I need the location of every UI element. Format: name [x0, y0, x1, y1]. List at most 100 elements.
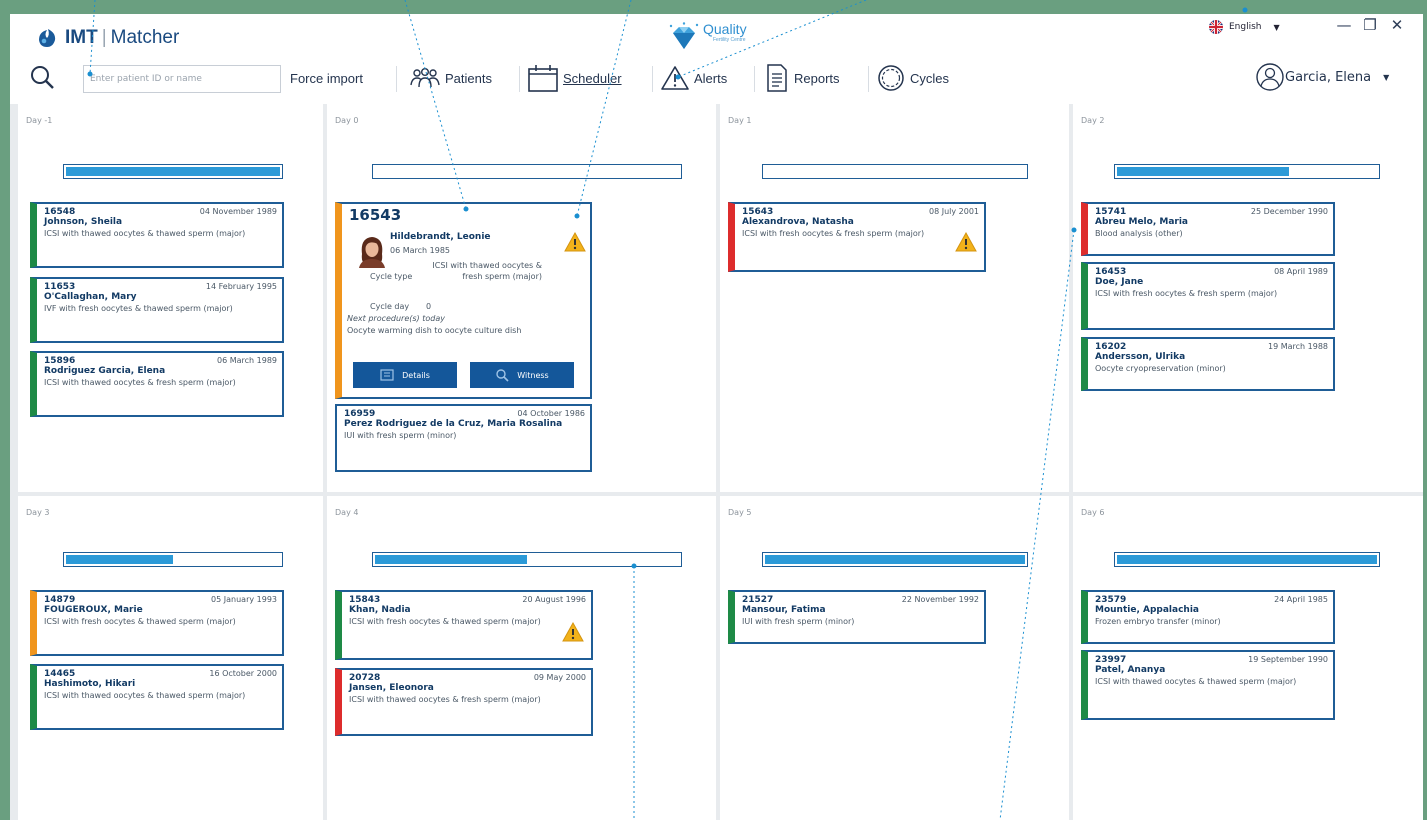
patient-dob: 19 March 1988 [1267, 342, 1328, 351]
uk-flag-icon [1209, 20, 1223, 34]
search-input[interactable] [83, 65, 281, 93]
progress-bar [63, 552, 283, 567]
procedure: Blood analysis (other) [1095, 229, 1183, 238]
expanded-patient-card[interactable]: 16543 Hildebrandt, Leonie 06 March 1985 … [335, 202, 592, 399]
patient-dob: 19 September 1990 [1248, 655, 1328, 664]
alerts-button[interactable]: Alerts [660, 62, 727, 94]
procedure: IUI with fresh sperm (minor) [344, 431, 457, 440]
procedure: IVF with fresh oocytes & thawed sperm (m… [44, 304, 233, 313]
patient-name: Perez Rodriguez de la Cruz, Maria Rosali… [344, 419, 563, 429]
next-procedure-label: Next procedure(s) today [347, 314, 445, 323]
patient-id: 21527 [742, 595, 774, 605]
close-button[interactable]: ✕ [1387, 16, 1407, 34]
details-button[interactable]: Details [353, 362, 457, 388]
title-bar: IMT | Matcher Quality Fertility Centre E… [10, 14, 1423, 58]
patient-name: Hashimoto, Hikari [44, 679, 136, 689]
progress-bar [372, 164, 682, 179]
day-label: Day 6 [1081, 508, 1105, 517]
brand-bold: IMT [65, 27, 98, 48]
patient-name: Alexandrova, Natasha [742, 217, 854, 227]
patient-card[interactable]: 23997 19 September 1990 Patel, Ananya ICS… [1081, 650, 1335, 720]
calendar-icon [528, 65, 558, 92]
day-label: Day 0 [335, 116, 359, 125]
patient-card[interactable]: 15843 20 August 1996 Khan, Nadia ICSI wit… [335, 590, 593, 660]
cycles-label: Cycles [910, 70, 950, 86]
partner-logo: Quality Fertility Centre [667, 22, 747, 52]
patient-id: 11653 [44, 282, 76, 292]
patient-card[interactable]: 15643 08 July 2001 Alexandrova, Natasha I… [728, 202, 986, 272]
cycle-day-label: Cycle day [370, 302, 410, 311]
cycle-icon [878, 65, 904, 91]
patient-card[interactable]: 16548 04 November 1989 Johnson, Sheila IC… [30, 202, 284, 268]
patient-card[interactable]: 16959 04 October 1986 Perez Rodriguez de … [335, 404, 592, 472]
patient-card[interactable]: 14879 05 January 1993 FOUGEROUX, Marie IC… [30, 590, 284, 656]
cycles-button[interactable]: Cycles [876, 62, 949, 94]
patient-id: 15843 [349, 595, 381, 605]
scheduler-label: Scheduler [563, 70, 622, 86]
witness-button[interactable]: Witness [470, 362, 574, 388]
procedure: Frozen embryo transfer (minor) [1095, 617, 1221, 626]
day-column: Day 0 16543 Hildebrandt, Leonie 06 March… [327, 104, 716, 492]
procedure: ICSI with thawed oocytes & thawed sperm … [44, 229, 246, 238]
progress-bar [1114, 164, 1380, 179]
cycle-type-value: ICSI with thawed oocytes & fresh sperm (… [432, 261, 542, 281]
day-column: Day 2 15741 25 December 1990 Abreu Melo, … [1073, 104, 1423, 492]
patient-name: Mountie, Appalachia [1095, 605, 1199, 615]
patient-card[interactable]: 16453 08 April 1989 Doe, Jane ICSI with f… [1081, 262, 1335, 330]
force-import-button[interactable]: Force import [290, 62, 363, 94]
patient-id: 15896 [44, 356, 76, 366]
app-window: IMT | Matcher Quality Fertility Centre E… [10, 14, 1423, 820]
patient-name: Khan, Nadia [349, 605, 411, 615]
patients-button[interactable]: Patients [409, 62, 492, 94]
patient-card[interactable]: 20728 09 May 2000 Jansen, Eleonora ICSI w… [335, 668, 593, 736]
alert-triangle-icon [661, 66, 689, 90]
patient-id: 16543 [349, 206, 402, 224]
patient-card[interactable]: 15896 06 March 1989 Rodriguez Garcia, Ele… [30, 351, 284, 417]
patient-card[interactable]: 11653 14 February 1995 O'Callaghan, Mary … [30, 277, 284, 343]
witness-label: Witness [517, 370, 549, 380]
day-label: Day 2 [1081, 116, 1105, 125]
progress-fill [1117, 167, 1289, 176]
progress-bar [762, 552, 1028, 567]
search-icon[interactable] [29, 64, 55, 90]
scheduler-tab[interactable]: Scheduler [527, 62, 622, 94]
minimize-button[interactable]: — [1334, 16, 1354, 34]
patient-dob: 05 January 1993 [211, 595, 277, 604]
progress-bar [372, 552, 682, 567]
patient-name: Abreu Melo, Maria [1095, 217, 1188, 227]
patient-card[interactable]: 16202 19 March 1988 Andersson, Ulrika Ooc… [1081, 337, 1335, 391]
day-column: Day -1 16548 04 November 1989 Johnson, Sh… [18, 104, 323, 492]
day-label: Day 1 [728, 116, 752, 125]
procedure: ICSI with fresh oocytes & thawed sperm (… [44, 617, 236, 626]
details-icon [380, 369, 394, 381]
next-procedure-value: Oocyte warming dish to oocyte culture di… [347, 326, 522, 335]
day-label: Day 3 [26, 508, 50, 517]
patient-photo [359, 237, 385, 268]
patient-id: 23579 [1095, 595, 1127, 605]
app-logo: IMT | Matcher [35, 26, 179, 50]
brand-name: Matcher [110, 27, 180, 48]
patient-id: 16959 [344, 409, 376, 419]
progress-fill [375, 555, 527, 564]
day-column: Day 3 14879 05 January 1993 FOUGEROUX, Ma… [18, 496, 323, 820]
patient-card[interactable]: 23579 24 April 1985 Mountie, Appalachia F… [1081, 590, 1335, 644]
user-menu[interactable]: Garcia, Elena ▼ [1255, 62, 1389, 92]
restore-button[interactable]: ❐ [1360, 16, 1380, 34]
language-label: English [1229, 22, 1262, 32]
scheduler-grid: Day -1 16548 04 November 1989 Johnson, Sh… [10, 104, 1423, 820]
toolbar-divider [754, 66, 755, 92]
patient-dob: 08 April 1989 [1274, 267, 1328, 276]
patient-card[interactable]: 14465 16 October 2000 Hashimoto, Hikari I… [30, 664, 284, 730]
procedure: ICSI with thawed oocytes & thawed sperm … [1095, 677, 1297, 686]
patient-id: 16548 [44, 207, 76, 217]
diamond-icon [669, 22, 699, 49]
language-selector[interactable]: English ▼ [1209, 20, 1280, 34]
patient-dob: 24 April 1985 [1274, 595, 1328, 604]
patient-card[interactable]: 21527 22 November 1992 Mansour, Fatima IU… [728, 590, 986, 644]
reports-button[interactable]: Reports [764, 62, 840, 94]
patient-id: 16453 [1095, 267, 1127, 277]
procedure: ICSI with thawed oocytes & thawed sperm … [44, 691, 246, 700]
patient-id: 16202 [1095, 342, 1127, 352]
patient-card[interactable]: 15741 25 December 1990 Abreu Melo, Maria … [1081, 202, 1335, 256]
cycle-type-label: Cycle type [370, 272, 413, 281]
